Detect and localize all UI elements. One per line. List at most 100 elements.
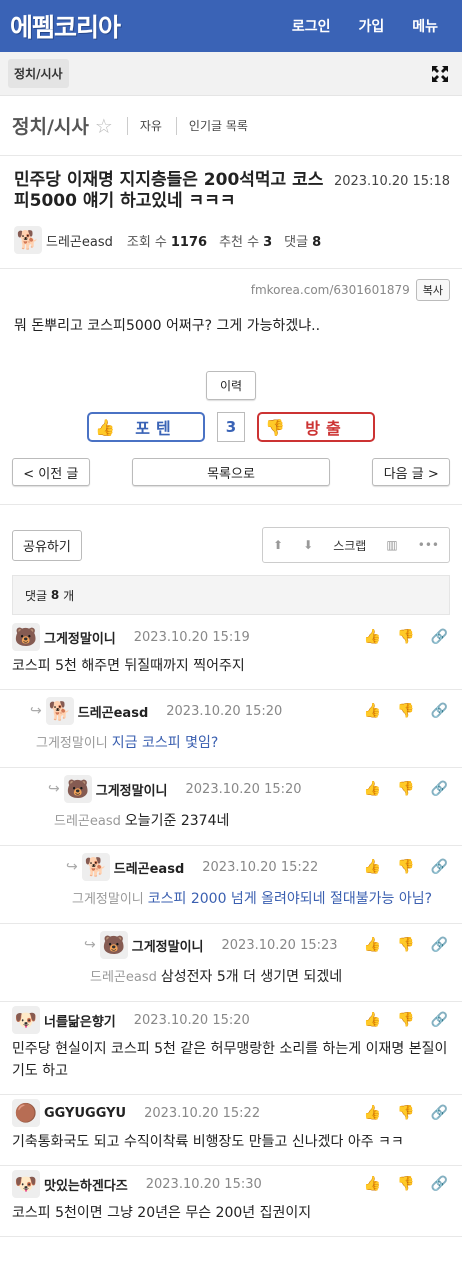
comment-body: 드레곤easd 오늘기준 2374네 bbox=[48, 810, 462, 845]
comment-author[interactable]: GGYUGGYU bbox=[44, 1106, 126, 1121]
comment-text: 코스피 5천이면 그냥 20년은 무슨 200년 집권이지 bbox=[12, 1205, 312, 1221]
avatar[interactable]: 🐻 bbox=[63, 775, 92, 803]
category-button[interactable]: 정치/시사 bbox=[8, 59, 69, 88]
site-logo[interactable]: 에펨코리아 bbox=[10, 8, 121, 44]
comment-author[interactable]: 그게정말이니 bbox=[96, 780, 168, 799]
link-icon[interactable]: 🔗 bbox=[431, 1105, 448, 1121]
more-icon[interactable]: ••• bbox=[418, 538, 439, 552]
history-button[interactable]: 이력 bbox=[206, 371, 256, 400]
arrow-up-icon[interactable]: ⬆ bbox=[273, 538, 283, 552]
comment-author[interactable]: 드레곤easd bbox=[78, 702, 149, 721]
vote-row: 👍 포텐 3 👎 방출 bbox=[0, 412, 462, 442]
post-author[interactable]: 드레곤easd bbox=[46, 231, 113, 250]
dislike-icon[interactable]: 👎 bbox=[397, 1105, 414, 1121]
signup-link[interactable]: 가입 bbox=[358, 16, 384, 36]
scrap-button[interactable]: 스크랩 bbox=[333, 537, 366, 554]
comment-actions: 👍 👎 🔗 bbox=[364, 781, 462, 797]
downvote-label: 방출 bbox=[305, 419, 347, 438]
link-icon[interactable]: 🔗 bbox=[431, 859, 448, 875]
expand-icon[interactable] bbox=[430, 64, 450, 84]
arrow-down-icon[interactable]: ⬇ bbox=[303, 538, 313, 552]
comment-header: ↪ 🐕 드레곤easd 2023.10.20 15:22 👍 👎 🔗 bbox=[66, 846, 462, 888]
list-button[interactable]: 목록으로 bbox=[131, 458, 331, 486]
upvote-button[interactable]: 👍 포텐 bbox=[87, 412, 205, 442]
next-post-button[interactable]: 다음 글 > bbox=[372, 458, 450, 486]
like-icon[interactable]: 👍 bbox=[364, 629, 381, 645]
like-icon[interactable]: 👍 bbox=[364, 937, 381, 953]
view-count-value: 1176 bbox=[170, 234, 208, 250]
avatar[interactable]: 🐕 bbox=[45, 697, 74, 725]
link-icon[interactable]: 🔗 bbox=[431, 1012, 448, 1028]
like-icon[interactable]: 👍 bbox=[364, 1012, 381, 1028]
avatar[interactable]: 🐕 bbox=[81, 853, 110, 881]
dislike-icon[interactable]: 👎 bbox=[397, 937, 414, 953]
menu-link[interactable]: 메뉴 bbox=[412, 16, 438, 36]
thumbs-down-icon: 👎 bbox=[265, 417, 285, 437]
comment-author[interactable]: 그게정말이니 bbox=[44, 628, 116, 647]
dislike-icon[interactable]: 👎 bbox=[397, 1012, 414, 1028]
board-link-popular[interactable]: 인기글 목록 bbox=[189, 117, 248, 134]
comment-text: 삼성전자 5개 더 생기면 되겠네 bbox=[160, 969, 343, 985]
avatar[interactable]: 🐕 bbox=[14, 226, 42, 254]
vote-count: 3 bbox=[217, 412, 245, 442]
comment-date: 2023.10.20 15:23 bbox=[221, 937, 338, 953]
avatar[interactable]: 🟤 bbox=[12, 1099, 40, 1127]
link-icon[interactable]: 🔗 bbox=[431, 937, 448, 953]
avatar[interactable]: 🐶 bbox=[12, 1170, 40, 1198]
share-button[interactable]: 공유하기 bbox=[12, 529, 82, 561]
avatar[interactable]: 🐻 bbox=[99, 931, 128, 959]
reply-to-name[interactable]: 그게정말이니 bbox=[36, 736, 108, 751]
prev-post-button[interactable]: < 이전 글 bbox=[12, 458, 90, 486]
link-icon[interactable]: 🔗 bbox=[431, 629, 448, 645]
comment-actions: 👍 👎 🔗 bbox=[364, 859, 462, 875]
top-bar: 에펨코리아 로그인 가입 메뉴 bbox=[0, 0, 462, 52]
comment-body: 기축통화국도 되고 수직이착륙 비행장도 만들고 신나겠다 아주 ㅋㅋ bbox=[12, 1131, 462, 1165]
comment-author[interactable]: 너를닮은향기 bbox=[44, 1011, 116, 1030]
like-icon[interactable]: 👍 bbox=[364, 859, 381, 875]
divider bbox=[0, 504, 462, 505]
dislike-icon[interactable]: 👎 bbox=[397, 703, 414, 719]
comment-header: 🐶 맛있는하겐다즈 2023.10.20 15:30 👍 👎 🔗 bbox=[12, 1166, 462, 1202]
post-nav: < 이전 글 목록으로 다음 글 > bbox=[0, 458, 462, 486]
board-link-free[interactable]: 자유 bbox=[140, 117, 162, 134]
comment-count-box-label: 댓글 bbox=[25, 588, 48, 603]
url-row: fmkorea.com/6301601879 복사 bbox=[0, 269, 462, 301]
link-icon[interactable]: 🔗 bbox=[431, 781, 448, 797]
copy-button[interactable]: 복사 bbox=[415, 279, 450, 301]
link-icon[interactable]: 🔗 bbox=[431, 1176, 448, 1192]
comment-actions: 👍 👎 🔗 bbox=[364, 703, 462, 719]
avatar[interactable]: 🐶 bbox=[12, 1006, 40, 1034]
post-title: 민주당 이재명 지지층들은 200석먹고 코스피5000 얘기 하고있네 ㅋㅋㅋ bbox=[14, 170, 324, 211]
board-title[interactable]: 정치/시사 bbox=[12, 112, 89, 139]
reply-to-name[interactable]: 드레곤easd bbox=[90, 970, 157, 985]
reply-to-name[interactable]: 그게정말이니 bbox=[72, 892, 144, 907]
comment-author[interactable]: 맛있는하겐다즈 bbox=[44, 1175, 128, 1194]
comment-actions: 👍 👎 🔗 bbox=[364, 1176, 462, 1192]
downvote-button[interactable]: 👎 방출 bbox=[257, 412, 375, 442]
dislike-icon[interactable]: 👎 bbox=[397, 629, 414, 645]
comment-item: 🐻 그게정말이니 2023.10.20 15:19 👍 👎 🔗 코스피 5천 해주면 뒤질때… bbox=[0, 619, 462, 690]
post-url[interactable]: fmkorea.com/6301601879 bbox=[251, 283, 410, 297]
comment-body: 그게정말이니 지금 코스피 몇임? bbox=[30, 732, 462, 767]
comment-author[interactable]: 드레곤easd bbox=[114, 858, 185, 877]
link-icon[interactable]: 🔗 bbox=[431, 703, 448, 719]
dislike-icon[interactable]: 👎 bbox=[397, 781, 414, 797]
chart-icon[interactable]: ▥ bbox=[386, 538, 397, 552]
dislike-icon[interactable]: 👎 bbox=[397, 1176, 414, 1192]
comment-date: 2023.10.20 15:19 bbox=[133, 629, 250, 645]
comment-text: 기축통화국도 되고 수직이착륙 비행장도 만들고 신나겠다 아주 ㅋㅋ bbox=[12, 1134, 404, 1150]
like-icon[interactable]: 👍 bbox=[364, 1176, 381, 1192]
reply-to-name[interactable]: 드레곤easd bbox=[54, 814, 121, 829]
comment-count-label: 댓글 bbox=[284, 234, 309, 250]
comment-count-meta: 댓글 8 bbox=[284, 231, 321, 250]
like-icon[interactable]: 👍 bbox=[364, 781, 381, 797]
comment-actions: 👍 👎 🔗 bbox=[364, 1105, 462, 1121]
login-link[interactable]: 로그인 bbox=[292, 16, 331, 36]
comment-count-box-value: 8 bbox=[50, 588, 60, 602]
avatar[interactable]: 🐻 bbox=[12, 623, 40, 651]
like-icon[interactable]: 👍 bbox=[364, 1105, 381, 1121]
star-icon[interactable]: ☆ bbox=[95, 114, 113, 138]
comment-author[interactable]: 그게정말이니 bbox=[132, 936, 204, 955]
like-icon[interactable]: 👍 bbox=[364, 703, 381, 719]
dislike-icon[interactable]: 👎 bbox=[397, 859, 414, 875]
